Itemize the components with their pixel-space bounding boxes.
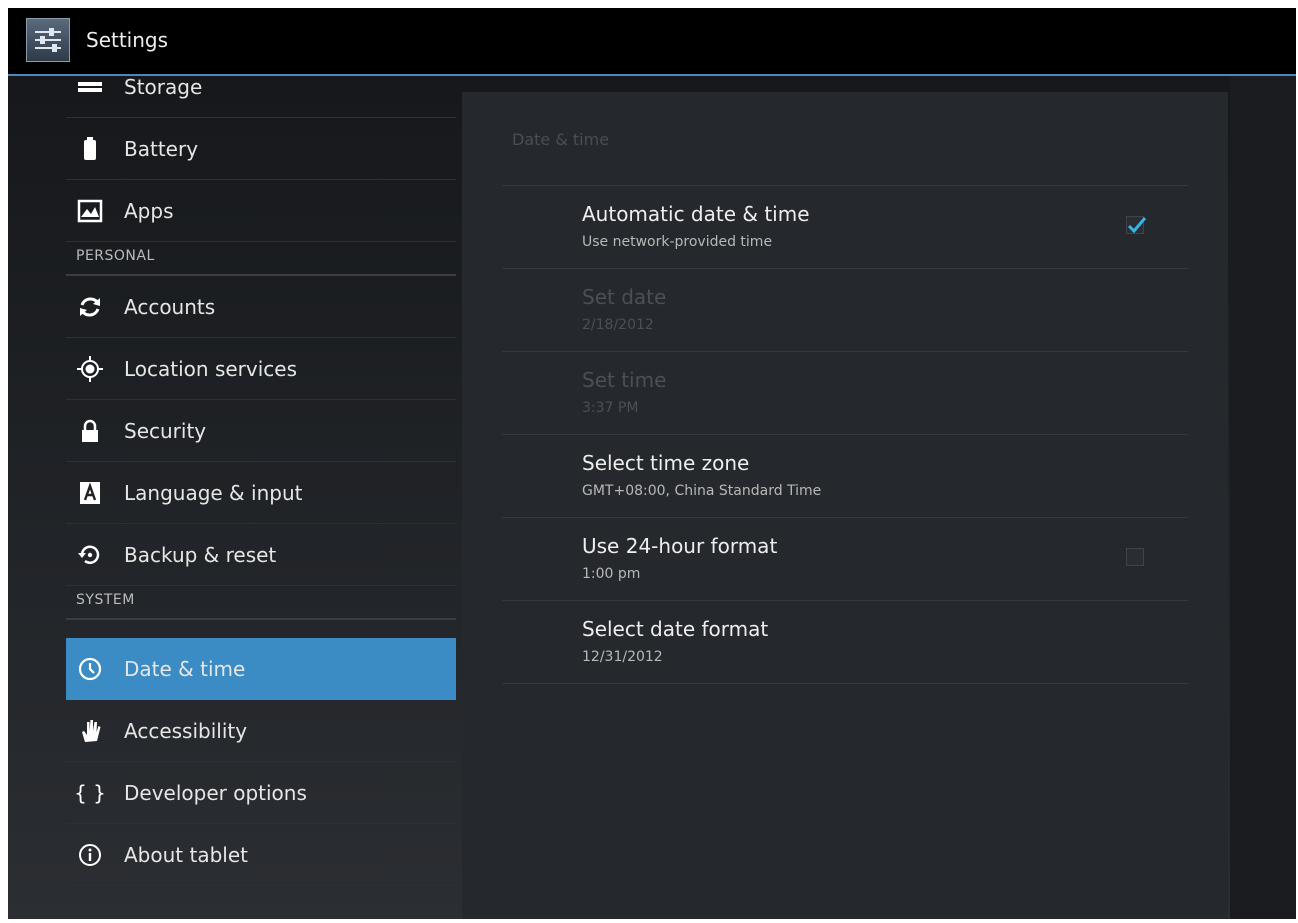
app-title: Settings — [86, 28, 169, 52]
sidebar-item-apps[interactable]: Apps — [66, 180, 456, 242]
hand-icon — [76, 717, 104, 745]
sidebar-item-label: Developer options — [124, 781, 307, 805]
sidebar-item-label: Language & input — [124, 481, 303, 505]
backup-icon — [76, 541, 104, 569]
svg-text:{ }: { } — [76, 781, 104, 805]
sidebar-header-label: PERSONAL — [76, 248, 155, 264]
apps-icon — [76, 197, 104, 225]
sidebar-item-accessibility[interactable]: Accessibility — [66, 700, 456, 762]
settings-sidebar[interactable]: Storage Battery Apps PERSONAL Accounts L… — [66, 76, 456, 919]
automatic-date-time-checkbox[interactable] — [1126, 216, 1147, 234]
sidebar-item-label: Date & time — [124, 657, 246, 681]
pref-set-date[interactable]: Set date 2/18/2012 — [502, 269, 1188, 352]
sidebar-item-label: About tablet — [124, 843, 248, 867]
sidebar-item-accounts[interactable]: Accounts — [66, 276, 456, 338]
use-24-hour-format-checkbox[interactable] — [1126, 548, 1144, 566]
pref-set-time[interactable]: Set time 3:37 PM — [502, 352, 1188, 435]
sidebar-item-label: Location services — [124, 357, 298, 381]
pref-title: Set time — [582, 368, 667, 392]
sidebar-item-label: Backup & reset — [124, 543, 277, 567]
pref-select-date-format[interactable]: Select date format 12/31/2012 — [502, 601, 1188, 684]
pref-summary: Use network-provided time — [582, 234, 773, 250]
tablet-screen: Settings Storage Battery Apps PERSONAL A… — [8, 8, 1296, 919]
sidebar-item-security[interactable]: Security — [66, 400, 456, 462]
sidebar-item-storage[interactable]: Storage — [66, 76, 456, 118]
pref-summary: 12/31/2012 — [582, 649, 663, 665]
action-bar: Settings — [8, 8, 1296, 76]
checkmark-icon — [1127, 217, 1147, 234]
pref-summary: 1:00 pm — [582, 566, 641, 582]
sidebar-item-date-time[interactable]: Date & time — [66, 638, 456, 700]
pref-title: Select time zone — [582, 451, 750, 475]
sidebar-item-language-input[interactable]: Language & input — [66, 462, 456, 524]
sync-icon — [76, 293, 104, 321]
pref-summary: 2/18/2012 — [582, 317, 654, 333]
sidebar-item-location[interactable]: Location services — [66, 338, 456, 400]
sidebar-item-about-tablet[interactable]: About tablet — [66, 824, 456, 886]
lock-icon — [76, 417, 104, 445]
sidebar-item-label: Battery — [124, 137, 199, 161]
pref-title: Set date — [582, 285, 667, 309]
location-icon — [76, 355, 104, 383]
pref-use-24-hour-format[interactable]: Use 24-hour format 1:00 pm — [502, 518, 1188, 601]
pref-select-time-zone[interactable]: Select time zone GMT+08:00, China Standa… — [502, 435, 1188, 518]
settings-sliders-icon[interactable] — [26, 18, 70, 62]
sidebar-item-label: Security — [124, 419, 207, 443]
panel-title: Date & time — [512, 130, 610, 149]
sidebar-item-battery[interactable]: Battery — [66, 118, 456, 180]
sidebar-header-system: SYSTEM — [66, 586, 456, 620]
battery-icon — [76, 135, 104, 163]
sidebar-item-developer-options[interactable]: { } Developer options — [66, 762, 456, 824]
right-edge-panel — [1230, 76, 1296, 919]
storage-icon — [76, 76, 104, 101]
sidebar-item-backup-reset[interactable]: Backup & reset — [66, 524, 456, 586]
pref-title: Use 24-hour format — [582, 534, 778, 558]
sidebar-item-label: Accounts — [124, 295, 216, 319]
pref-summary: 3:37 PM — [582, 400, 639, 416]
date-time-panel: Date & time Automatic date & time Use ne… — [462, 92, 1228, 919]
pref-title: Select date format — [582, 617, 769, 641]
info-icon — [76, 841, 104, 869]
sidebar-item-label: Apps — [124, 199, 174, 223]
sidebar-item-label: Accessibility — [124, 719, 248, 743]
sidebar-header-label: SYSTEM — [76, 592, 135, 608]
settings-content: Storage Battery Apps PERSONAL Accounts L… — [8, 76, 1296, 919]
keyboard-a-icon — [76, 479, 104, 507]
pref-automatic-date-time[interactable]: Automatic date & time Use network-provid… — [502, 186, 1188, 269]
pref-title: Automatic date & time — [582, 202, 810, 226]
sidebar-item-label: Storage — [124, 76, 203, 99]
braces-icon: { } — [76, 779, 104, 807]
sidebar-header-personal: PERSONAL — [66, 242, 456, 276]
pref-summary: GMT+08:00, China Standard Time — [582, 483, 822, 499]
clock-icon — [76, 655, 104, 683]
